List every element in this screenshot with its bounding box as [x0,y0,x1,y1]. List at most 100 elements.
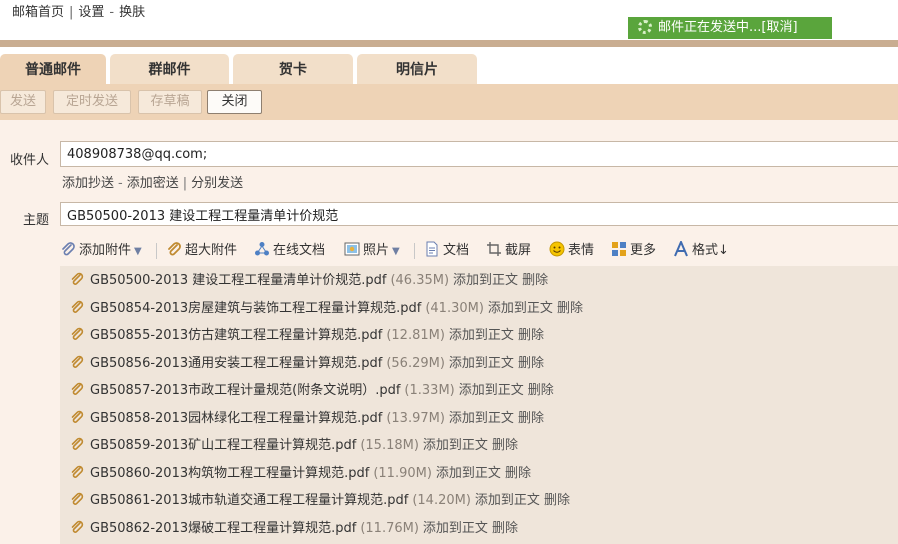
attachment-filename: GB50858-2013园林绿化工程工程量计算规范.pdf [90,411,383,426]
screenshot-button[interactable]: 截屏 [486,240,531,262]
sending-status-text: 邮件正在发送中... [658,20,762,35]
add-cc-link[interactable]: 添加抄送 [62,176,114,191]
document-icon [426,241,438,257]
subject-label: 主题 [23,213,50,228]
mail-home-link[interactable]: 邮箱首页 [12,5,64,20]
dropdown-arrow-icon[interactable]: ▼ [134,241,142,263]
divider: | [182,176,188,191]
to-field[interactable] [60,141,898,167]
document-label: 文档 [443,243,470,258]
paperclip-icon [71,327,84,340]
divider: | [69,5,74,20]
sending-status-banner: 邮件正在发送中...[取消] [628,17,832,39]
more-button[interactable]: 更多 [611,240,656,262]
emoji-button[interactable]: 表情 [549,240,594,262]
more-grid-icon [612,242,626,256]
save-draft-button[interactable]: 存草稿 [138,90,202,114]
attachment-size: (56.29M) [386,356,445,371]
delete-attachment-link[interactable]: 删除 [492,438,518,453]
attachment-filename: GB50859-2013矿山工程工程量计算规范.pdf [90,438,357,453]
paperclip-icon [71,520,84,533]
attachment-size: (41.30M) [425,301,484,316]
attachment-size: (14.20M) [412,493,471,508]
delete-attachment-link[interactable]: 删除 [522,273,548,288]
skin-link[interactable]: 换肤 [119,5,145,20]
delete-attachment-link[interactable]: 删除 [492,521,518,536]
attachment-item: GB50857-2013市政工程计量规范(附条文说明）.pdf (1.33M) 添加… [70,381,554,401]
attachment-size: (12.81M) [386,328,445,343]
attachment-item: GB50858-2013园林绿化工程工程量计算规范.pdf (13.97M) 添加到… [70,409,544,429]
document-button[interactable]: 文档 [424,240,469,262]
dropdown-arrow-icon[interactable]: ▼ [392,241,400,263]
add-to-body-link[interactable]: 添加到正文 [488,301,553,316]
scheduled-send-button[interactable]: 定时发送 [53,90,131,114]
emoji-label: 表情 [568,243,595,258]
paperclip-icon [62,242,75,256]
add-to-body-link[interactable]: 添加到正文 [449,328,514,343]
more-label: 更多 [630,243,657,258]
tab-postcard[interactable]: 明信片 [357,54,477,84]
add-to-body-link[interactable]: 添加到正文 [423,521,488,536]
format-font-icon [674,241,688,257]
attachment-filename: GB50500-2013 建设工程工程量清单计价规范.pdf [90,273,387,288]
subject-field[interactable] [60,202,898,226]
delete-attachment-link[interactable]: 删除 [557,301,583,316]
add-to-body-link[interactable]: 添加到正文 [449,356,514,371]
to-label: 收件人 [10,153,50,168]
paperclip-icon [71,410,84,423]
close-button[interactable]: 关闭 [207,90,262,114]
delete-attachment-link[interactable]: 删除 [518,328,544,343]
cancel-send-link[interactable]: [取消] [761,20,797,35]
large-attachment-label: 超大附件 [185,243,238,258]
delete-attachment-link[interactable]: 删除 [528,383,554,398]
attachment-item: GB50500-2013 建设工程工程量清单计价规范.pdf (46.35M) 添加… [70,271,548,291]
top-nav: 邮箱首页 | 设置 - 换肤 [12,1,145,20]
add-to-body-link[interactable]: 添加到正文 [453,273,518,288]
delete-attachment-link[interactable]: 删除 [544,493,570,508]
add-to-body-link[interactable]: 添加到正文 [475,493,540,508]
online-docs-icon [255,242,269,256]
attachment-list: GB50500-2013 建设工程工程量清单计价规范.pdf (46.35M) 添加… [60,266,898,544]
add-bcc-link[interactable]: 添加密送 [127,176,179,191]
delete-attachment-link[interactable]: 删除 [518,411,544,426]
attachment-filename: GB50855-2013仿古建筑工程工程量计算规范.pdf [90,328,383,343]
tab-group-mail[interactable]: 群邮件 [110,54,229,84]
delete-attachment-link[interactable]: 删除 [505,466,531,481]
recipient-options: 添加抄送 - 添加密送 | 分别发送 [62,172,243,191]
add-attachment-button[interactable]: 添加附件 ▼ [60,240,142,262]
attachment-item: GB50860-2013构筑物工程工程量计算规范.pdf (11.90M) 添加到正… [70,464,531,484]
separate-send-link[interactable]: 分别发送 [191,176,243,191]
add-to-body-link[interactable]: 添加到正文 [459,383,524,398]
add-to-body-link[interactable]: 添加到正文 [449,411,514,426]
large-attachment-button[interactable]: 超大附件 [166,240,237,262]
large-paperclip-icon [168,242,181,256]
screenshot-label: 截屏 [505,243,532,258]
photo-icon [344,242,360,256]
settings-link[interactable]: 设置 [78,5,104,20]
add-to-body-link[interactable]: 添加到正文 [423,438,488,453]
tab-normal-mail[interactable]: 普通邮件 [0,54,106,84]
attachment-item: GB50861-2013城市轨道交通工程工程量计算规范.pdf (14.20M) 添… [70,491,570,511]
loading-spinner-icon [638,20,652,34]
paperclip-icon [71,382,84,395]
tab-greeting-card[interactable]: 贺卡 [233,54,353,84]
divider: - [118,176,123,191]
divider [156,243,157,259]
attachment-size: (13.97M) [386,411,445,426]
attachment-filename: GB50862-2013爆破工程工程量计算规范.pdf [90,521,357,536]
attachment-filename: GB50856-2013通用安装工程工程量计算规范.pdf [90,356,383,371]
attachment-item: GB50859-2013矿山工程工程量计算规范.pdf (15.18M) 添加到正文… [70,436,518,456]
send-button[interactable]: 发送 [0,90,46,114]
divider: - [109,5,115,20]
delete-attachment-link[interactable]: 删除 [518,356,544,371]
attachment-size: (11.76M) [360,521,419,536]
photo-label: 照片 [363,243,390,258]
photo-button[interactable]: 照片 ▼ [344,240,400,262]
attachment-item: GB50856-2013通用安装工程工程量计算规范.pdf (56.29M) 添加到… [70,354,544,374]
format-button[interactable]: 格式↓ [673,240,729,262]
paperclip-icon [71,437,84,450]
online-docs-button[interactable]: 在线文档 [254,240,325,262]
add-to-body-link[interactable]: 添加到正文 [436,466,501,481]
smiley-icon [549,241,565,257]
attachment-filename: GB50857-2013市政工程计量规范(附条文说明）.pdf [90,383,401,398]
